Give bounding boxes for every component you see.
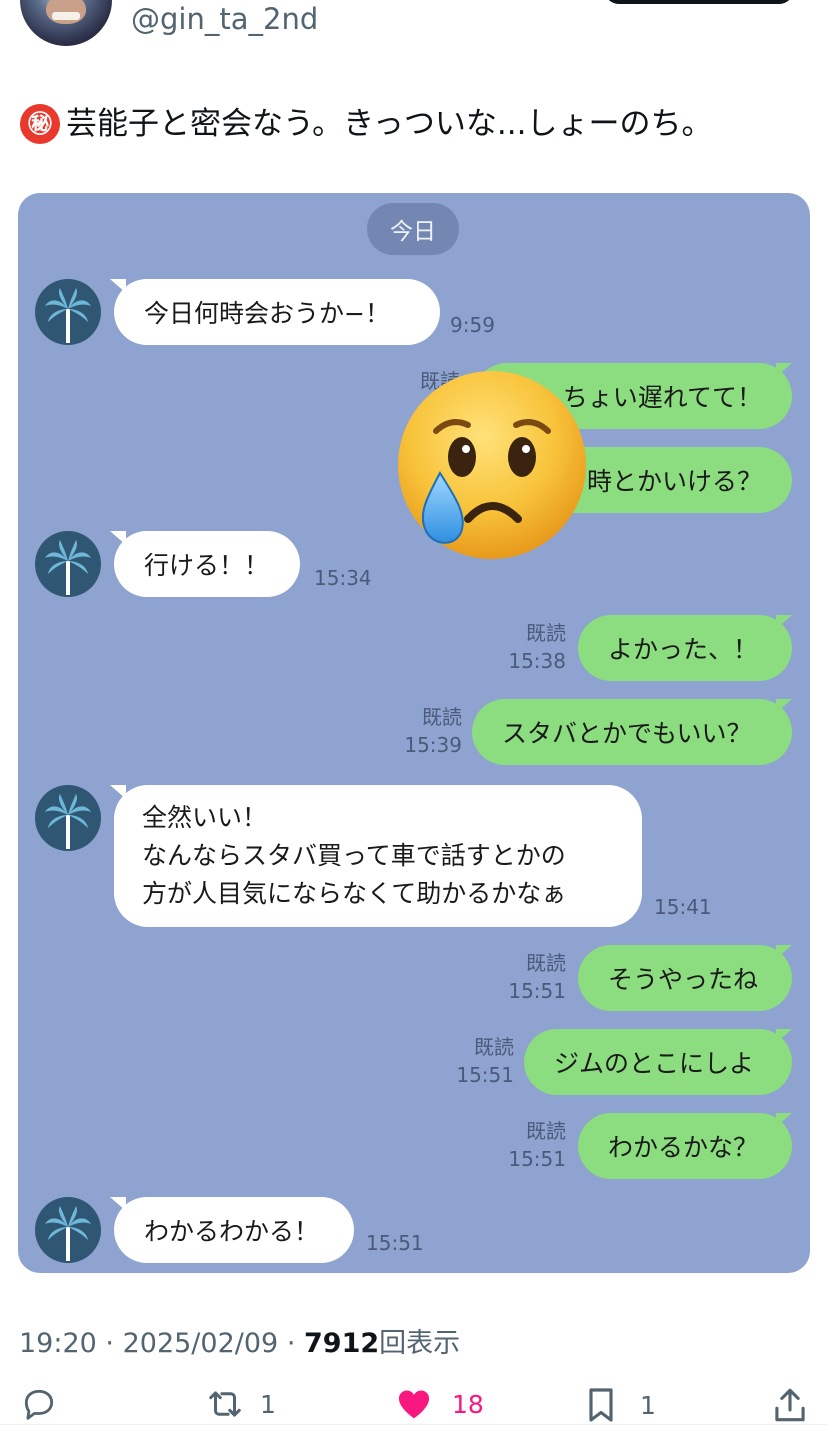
separator: · bbox=[286, 1328, 296, 1359]
chat-contact-avatar bbox=[35, 785, 101, 851]
chat-contact-avatar bbox=[35, 1197, 101, 1263]
message-line: 全然いい！ bbox=[142, 803, 268, 832]
tweet-timestamp[interactable]: 19:20 · 2025/02/09 · 7912回表示 bbox=[19, 1321, 460, 1360]
bookmark-icon bbox=[589, 1388, 613, 1422]
message-time: 9:59 bbox=[450, 313, 495, 337]
message-bubble-out: よかった、！ bbox=[578, 615, 792, 681]
message-bubble-in: 今日何時会おうか−！ bbox=[114, 279, 440, 345]
message-time: 15:38 bbox=[508, 649, 566, 673]
author-handle[interactable]: @gin_ta_2nd bbox=[131, 2, 318, 36]
chat-contact-avatar bbox=[35, 531, 101, 597]
heart-icon bbox=[398, 1390, 430, 1419]
like-count: 18 bbox=[452, 1389, 484, 1419]
view-count: 7912 bbox=[304, 1328, 380, 1359]
tweet-media-image[interactable]: 今日 今日何時会おうか−！ 9:59 既読 1 ちょい遅れてて！ 時とかいける？ bbox=[18, 193, 810, 1273]
message-line: なんならスタバ買って車で話すとかの bbox=[142, 841, 566, 870]
separator: · bbox=[105, 1328, 114, 1359]
message-time: 15:51 bbox=[366, 1231, 424, 1255]
message-bubble-out: ジムのとこにしよ bbox=[524, 1029, 792, 1095]
secret-badge-icon: ㊙ bbox=[20, 104, 60, 144]
chat-contact-avatar bbox=[35, 279, 101, 345]
tweet-time: 19:20 bbox=[19, 1328, 97, 1359]
message-read-status: 既読 15:51 bbox=[454, 1033, 514, 1089]
message-bubble-in-multiline: 全然いい！ なんならスタバ買って車で話すとかの 方が人目気にならなくて助かるかな… bbox=[114, 785, 642, 927]
bubble-tail bbox=[776, 615, 792, 629]
message-time: 15:51 bbox=[456, 1063, 514, 1087]
bubble-tail bbox=[776, 1113, 792, 1127]
bubble-tail bbox=[776, 1029, 792, 1043]
read-label: 既読 bbox=[526, 1119, 566, 1143]
tweet-body: 芸能子と密会なう。きっついな...しょーのち。 bbox=[66, 106, 713, 142]
bubble-tail bbox=[776, 363, 792, 377]
message-bubble-in: わかるわかる！ bbox=[114, 1197, 354, 1263]
message-read-status: 既読 15:51 bbox=[506, 949, 566, 1005]
message-read-status: 既読 15:39 bbox=[402, 703, 462, 759]
avatar-teeth bbox=[52, 12, 80, 20]
view-label: 回表示 bbox=[379, 1328, 461, 1359]
retweet-icon bbox=[209, 1391, 241, 1417]
like-button[interactable]: 18 bbox=[394, 1385, 484, 1423]
message-bubble-out: そうやったね bbox=[578, 945, 792, 1011]
message-time: 15:41 bbox=[654, 895, 712, 919]
tweet-text: ㊙ 芸能子と密会なう。きっついな...しょーのち。 bbox=[20, 104, 712, 144]
message-time: 15:39 bbox=[404, 733, 462, 757]
message-bubble-out: スタバとかでもいい？ bbox=[472, 699, 792, 765]
follow-button[interactable] bbox=[604, 0, 794, 4]
bookmark-count: 1 bbox=[640, 1390, 656, 1420]
crying-face-emoji-icon bbox=[398, 371, 586, 559]
bubble-tail bbox=[776, 699, 792, 713]
message-time: 15:51 bbox=[508, 1147, 566, 1171]
read-label: 既読 bbox=[474, 1035, 514, 1059]
chat-date-pill: 今日 bbox=[367, 203, 459, 255]
read-label: 既読 bbox=[526, 621, 566, 645]
message-line: 方が人目気にならなくて助かるかなぁ bbox=[142, 879, 567, 908]
tweet-actions-bar: 1 18 1 bbox=[0, 1385, 828, 1433]
reply-button[interactable] bbox=[20, 1385, 80, 1423]
read-label: 既読 bbox=[422, 705, 462, 729]
tweet-date: 2025/02/09 bbox=[122, 1328, 279, 1359]
retweet-count: 1 bbox=[260, 1389, 276, 1419]
retweet-button[interactable]: 1 bbox=[204, 1385, 276, 1423]
divider bbox=[0, 1424, 828, 1425]
read-label: 既読 bbox=[526, 951, 566, 975]
share-icon bbox=[775, 1388, 805, 1422]
share-button[interactable] bbox=[772, 1385, 808, 1425]
message-time: 15:34 bbox=[314, 566, 372, 590]
bubble-tail bbox=[776, 945, 792, 959]
reply-icon bbox=[24, 1389, 54, 1420]
bookmark-button[interactable]: 1 bbox=[584, 1385, 656, 1425]
message-time: 15:51 bbox=[508, 979, 566, 1003]
message-bubble-in: 行ける！！ bbox=[114, 531, 300, 597]
message-read-status: 既読 15:51 bbox=[506, 1117, 566, 1173]
author-avatar[interactable] bbox=[20, 0, 112, 46]
message-bubble-out: わかるかな？ bbox=[578, 1113, 792, 1179]
message-read-status: 既読 15:38 bbox=[506, 619, 566, 675]
